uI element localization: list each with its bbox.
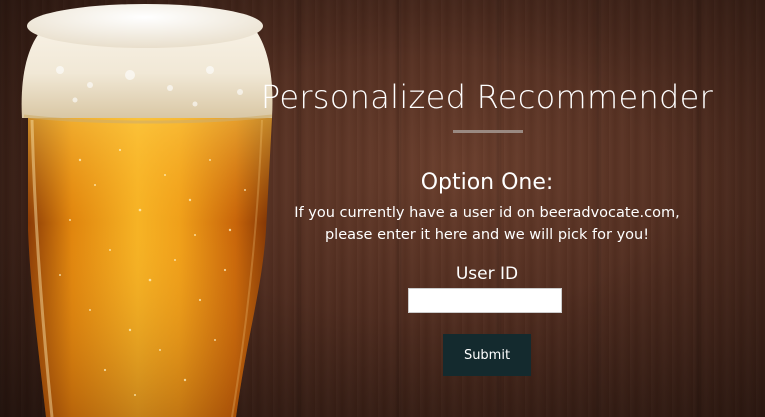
option-heading: Option One: xyxy=(420,170,554,195)
recommender-panel: Personalized Recommender Option One: If … xyxy=(250,0,724,417)
user-id-input[interactable] xyxy=(408,288,562,313)
landing-page: Personalized Recommender Option One: If … xyxy=(0,0,765,417)
user-id-label: User ID xyxy=(455,264,519,284)
option-description-line-1: If you currently have a user id on beera… xyxy=(294,205,680,221)
option-description-line-2: please enter it here and we will pick fo… xyxy=(324,227,650,243)
option-description: If you currently have a user id on beera… xyxy=(250,202,724,246)
submit-button[interactable]: Submit xyxy=(443,334,531,376)
page-title: Personalized Recommender xyxy=(260,78,714,116)
title-divider xyxy=(453,130,523,133)
